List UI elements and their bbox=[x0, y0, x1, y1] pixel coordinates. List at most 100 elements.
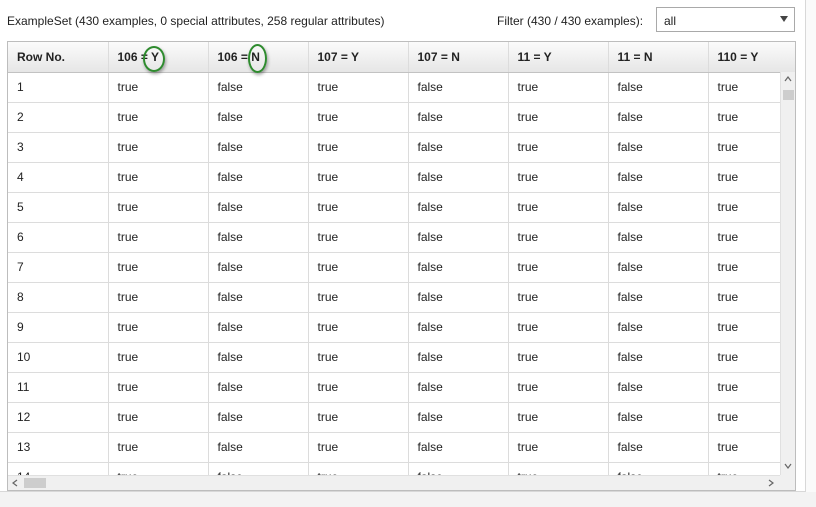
table-cell[interactable]: false bbox=[408, 342, 509, 373]
table-cell[interactable]: true bbox=[308, 402, 409, 433]
row-number-cell[interactable]: 10 bbox=[8, 342, 109, 373]
table-cell[interactable]: true bbox=[108, 162, 209, 193]
table-cell[interactable]: true bbox=[308, 162, 409, 193]
table-row[interactable]: 10 true false true false true false true bbox=[8, 342, 795, 373]
table-cell[interactable]: true bbox=[508, 132, 609, 163]
table-cell[interactable]: false bbox=[208, 162, 309, 193]
table-cell[interactable]: false bbox=[608, 402, 709, 433]
table-cell[interactable]: true bbox=[508, 72, 609, 103]
table-cell[interactable]: false bbox=[408, 282, 509, 313]
table-cell[interactable]: true bbox=[508, 342, 609, 373]
horizontal-scrollbar[interactable] bbox=[8, 475, 780, 490]
table-cell[interactable]: false bbox=[608, 192, 709, 223]
table-cell[interactable]: true bbox=[308, 192, 409, 223]
table-row[interactable]: 11 true false true false true false true bbox=[8, 372, 795, 403]
table-cell[interactable]: true bbox=[508, 282, 609, 313]
table-cell[interactable]: false bbox=[208, 342, 309, 373]
horizontal-scroll-thumb[interactable] bbox=[24, 478, 46, 488]
table-cell[interactable]: false bbox=[608, 432, 709, 463]
table-cell[interactable]: true bbox=[108, 432, 209, 463]
table-cell[interactable]: false bbox=[608, 372, 709, 403]
table-cell[interactable]: false bbox=[608, 252, 709, 283]
table-cell[interactable]: true bbox=[108, 252, 209, 283]
table-cell[interactable]: true bbox=[308, 72, 409, 103]
table-cell[interactable]: false bbox=[208, 312, 309, 343]
table-cell[interactable]: false bbox=[208, 132, 309, 163]
table-cell[interactable]: true bbox=[508, 432, 609, 463]
row-number-cell[interactable]: 6 bbox=[8, 222, 109, 253]
row-number-cell[interactable]: 9 bbox=[8, 312, 109, 343]
table-cell[interactable]: false bbox=[408, 432, 509, 463]
table-row[interactable]: 8 true false true false true false true bbox=[8, 282, 795, 313]
table-cell[interactable]: true bbox=[108, 72, 209, 103]
table-cell[interactable]: true bbox=[508, 162, 609, 193]
vertical-scrollbar[interactable] bbox=[780, 72, 795, 475]
row-number-cell[interactable]: 7 bbox=[8, 252, 109, 283]
table-cell[interactable]: false bbox=[608, 72, 709, 103]
table-cell[interactable]: false bbox=[408, 132, 509, 163]
table-cell[interactable]: false bbox=[408, 372, 509, 403]
table-row[interactable]: 12 true false true false true false true bbox=[8, 402, 795, 433]
table-cell[interactable]: false bbox=[208, 102, 309, 133]
table-cell[interactable]: false bbox=[608, 102, 709, 133]
row-number-cell[interactable]: 13 bbox=[8, 432, 109, 463]
column-header-row-no[interactable]: Row No. bbox=[8, 42, 109, 73]
table-cell[interactable]: true bbox=[108, 192, 209, 223]
table-row[interactable]: 1 true false true false true false true bbox=[8, 72, 795, 103]
table-cell[interactable]: true bbox=[308, 312, 409, 343]
filter-dropdown[interactable]: all bbox=[656, 7, 795, 32]
table-cell[interactable]: false bbox=[608, 342, 709, 373]
table-cell[interactable]: false bbox=[608, 282, 709, 313]
table-cell[interactable]: false bbox=[608, 312, 709, 343]
table-cell[interactable]: true bbox=[508, 102, 609, 133]
row-number-cell[interactable]: 8 bbox=[8, 282, 109, 313]
table-cell[interactable]: true bbox=[108, 282, 209, 313]
table-cell[interactable]: false bbox=[408, 252, 509, 283]
table-cell[interactable]: true bbox=[508, 372, 609, 403]
table-row[interactable]: 3 true false true false true false true bbox=[8, 132, 795, 163]
row-number-cell[interactable]: 2 bbox=[8, 102, 109, 133]
column-header-11-n[interactable]: 11 = N bbox=[608, 42, 709, 73]
chevron-down-icon[interactable] bbox=[784, 462, 792, 470]
table-cell[interactable]: true bbox=[108, 132, 209, 163]
table-cell[interactable]: false bbox=[208, 402, 309, 433]
table-cell[interactable]: true bbox=[108, 402, 209, 433]
vertical-scroll-thumb[interactable] bbox=[783, 90, 794, 100]
table-row[interactable]: 2 true false true false true false true bbox=[8, 102, 795, 133]
column-header-107-n[interactable]: 107 = N bbox=[408, 42, 509, 73]
table-cell[interactable]: true bbox=[308, 282, 409, 313]
chevron-right-icon[interactable] bbox=[767, 479, 775, 487]
table-cell[interactable]: false bbox=[208, 222, 309, 253]
column-header-107-y[interactable]: 107 = Y bbox=[308, 42, 409, 73]
table-cell[interactable]: false bbox=[208, 252, 309, 283]
table-cell[interactable]: false bbox=[408, 102, 509, 133]
row-number-cell[interactable]: 4 bbox=[8, 162, 109, 193]
table-cell[interactable]: false bbox=[208, 282, 309, 313]
column-header-11-y[interactable]: 11 = Y bbox=[508, 42, 609, 73]
table-row[interactable]: 4 true false true false true false true bbox=[8, 162, 795, 193]
table-cell[interactable]: false bbox=[408, 312, 509, 343]
table-cell[interactable]: false bbox=[408, 222, 509, 253]
table-cell[interactable]: true bbox=[308, 252, 409, 283]
row-number-cell[interactable]: 5 bbox=[8, 192, 109, 223]
table-cell[interactable]: true bbox=[108, 342, 209, 373]
table-cell[interactable]: true bbox=[108, 312, 209, 343]
table-cell[interactable]: true bbox=[508, 192, 609, 223]
table-row[interactable]: 6 true false true false true false true bbox=[8, 222, 795, 253]
table-cell[interactable]: false bbox=[608, 222, 709, 253]
chevron-up-icon[interactable] bbox=[784, 75, 792, 83]
table-cell[interactable]: true bbox=[108, 222, 209, 253]
table-row[interactable]: 5 true false true false true false true bbox=[8, 192, 795, 223]
table-cell[interactable]: true bbox=[308, 342, 409, 373]
table-cell[interactable]: false bbox=[208, 192, 309, 223]
table-cell[interactable]: false bbox=[608, 132, 709, 163]
table-cell[interactable]: true bbox=[308, 372, 409, 403]
table-cell[interactable]: true bbox=[308, 222, 409, 253]
table-cell[interactable]: true bbox=[108, 372, 209, 403]
table-cell[interactable]: true bbox=[308, 132, 409, 163]
table-cell[interactable]: false bbox=[408, 162, 509, 193]
table-cell[interactable]: true bbox=[508, 222, 609, 253]
table-cell[interactable]: false bbox=[408, 72, 509, 103]
table-cell[interactable]: false bbox=[408, 402, 509, 433]
table-cell[interactable]: true bbox=[508, 402, 609, 433]
